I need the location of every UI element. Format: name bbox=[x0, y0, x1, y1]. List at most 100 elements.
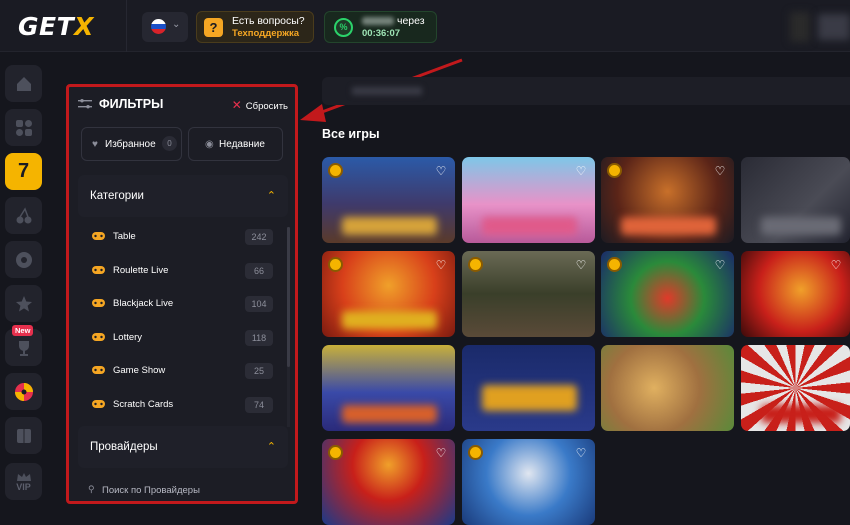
football-icon[interactable] bbox=[5, 241, 42, 278]
heart-icon[interactable]: ♡ bbox=[829, 258, 843, 272]
category-name: Game Show bbox=[113, 365, 166, 376]
cashback-button[interactable]: % через 00:36:07 bbox=[324, 11, 437, 43]
heart-icon[interactable]: ♡ bbox=[434, 446, 448, 460]
cashback-icon: % bbox=[334, 18, 353, 37]
reset-button[interactable]: ✕ Сбросить bbox=[232, 98, 288, 112]
favorites-label: Избранное bbox=[105, 139, 156, 150]
blurred-element bbox=[818, 14, 850, 40]
category-name: Roulette Live bbox=[113, 265, 169, 276]
blurred-element bbox=[790, 12, 810, 42]
filter-sliders-icon bbox=[78, 99, 92, 109]
recent-button[interactable]: ◉ Недавние bbox=[188, 127, 283, 161]
heart-icon: ♥ bbox=[92, 139, 98, 150]
gamepad-icon bbox=[92, 333, 105, 341]
filters-title: ФИЛЬТРЫ bbox=[99, 97, 164, 111]
list-item[interactable]: Scratch Cards 74 bbox=[78, 395, 283, 415]
gamepad-icon bbox=[92, 266, 105, 274]
favorites-button[interactable]: ♥ Избранное 0 bbox=[81, 127, 182, 161]
heart-icon[interactable]: ♡ bbox=[574, 164, 588, 178]
categories-title: Категории bbox=[90, 190, 144, 202]
providers-search-input[interactable]: ⚲ Поиск по Провайдеры bbox=[78, 477, 288, 501]
home-icon[interactable] bbox=[5, 65, 42, 102]
scrollbar-thumb[interactable] bbox=[287, 227, 290, 367]
category-name: Scratch Cards bbox=[113, 399, 174, 410]
blurred-placeholder bbox=[352, 87, 422, 95]
slots-7-glyph: 7 bbox=[17, 160, 30, 182]
heart-icon[interactable]: ♡ bbox=[713, 164, 727, 178]
game-search-input[interactable] bbox=[322, 77, 850, 105]
support-subtitle: Техподдержка bbox=[232, 28, 299, 39]
search-icon: ⚲ bbox=[88, 484, 95, 494]
game-tile[interactable] bbox=[741, 157, 850, 243]
category-count: 242 bbox=[245, 229, 273, 245]
game-tile[interactable]: ♡ bbox=[322, 157, 455, 243]
left-nav: 7 New VIP bbox=[0, 53, 46, 510]
list-item[interactable]: Game Show 25 bbox=[78, 361, 283, 381]
game-tile[interactable]: ♡ bbox=[462, 439, 595, 525]
divider bbox=[126, 0, 127, 52]
providers-section-header[interactable]: Провайдеры ⌃ bbox=[78, 426, 288, 468]
blurred-title bbox=[342, 217, 437, 235]
close-icon: ✕ bbox=[231, 98, 242, 112]
book-icon[interactable] bbox=[5, 417, 42, 454]
game-tile[interactable] bbox=[462, 345, 595, 431]
cherries-icon[interactable] bbox=[5, 197, 42, 234]
blurred-title bbox=[761, 217, 841, 235]
heart-icon[interactable]: ♡ bbox=[434, 258, 448, 272]
russia-flag-icon bbox=[151, 19, 166, 34]
heart-icon[interactable]: ♡ bbox=[574, 258, 588, 272]
gamepad-icon bbox=[92, 299, 105, 307]
top-bar: GETX ⌄ ? Есть вопросы? Техподдержка % че… bbox=[0, 0, 850, 52]
list-item[interactable]: Roulette Live 66 bbox=[78, 261, 283, 281]
new-badge: New bbox=[12, 325, 34, 336]
game-tile[interactable]: ♡ bbox=[601, 251, 734, 337]
game-tile[interactable]: ♡ bbox=[322, 251, 455, 337]
game-tile[interactable] bbox=[741, 345, 850, 431]
game-tile[interactable] bbox=[322, 345, 455, 431]
language-selector[interactable]: ⌄ bbox=[142, 12, 188, 42]
filters-header: ФИЛЬТРЫ ✕ Сбросить bbox=[78, 95, 288, 115]
cashback-title: через bbox=[362, 15, 425, 27]
blurred-title bbox=[482, 217, 577, 235]
main-content: Все игры ♡ ♡ ♡ ♡ ♡ ♡ ♡ ♡ ♡ bbox=[310, 53, 850, 525]
coin-icon bbox=[328, 163, 343, 178]
game-tile[interactable]: ♡ bbox=[322, 439, 455, 525]
wheel-icon[interactable] bbox=[5, 373, 42, 410]
vip-label: VIP bbox=[16, 481, 31, 492]
heart-icon[interactable]: ♡ bbox=[434, 164, 448, 178]
chevron-down-icon: ⌄ bbox=[172, 19, 181, 30]
blurred-title bbox=[342, 311, 437, 329]
clock-icon: ◉ bbox=[205, 139, 214, 150]
coin-icon bbox=[607, 163, 622, 178]
cashback-timer: 00:36:07 bbox=[362, 28, 401, 39]
filters-panel: ФИЛЬТРЫ ✕ Сбросить ♥ Избранное 0 ◉ Недавн… bbox=[66, 84, 298, 504]
slots-7-icon[interactable]: 7 bbox=[5, 153, 42, 190]
list-item[interactable]: Lottery 118 bbox=[78, 328, 283, 348]
category-name: Table bbox=[113, 231, 136, 242]
blurred-title bbox=[621, 217, 716, 235]
coin-icon bbox=[328, 257, 343, 272]
game-tile[interactable]: ♡ bbox=[462, 157, 595, 243]
categories-section-header[interactable]: Категории ⌃ bbox=[78, 175, 288, 217]
coin-icon bbox=[468, 257, 483, 272]
heart-icon[interactable]: ♡ bbox=[574, 446, 588, 460]
support-button[interactable]: ? Есть вопросы? Техподдержка bbox=[196, 11, 314, 43]
logo[interactable]: GETX bbox=[18, 12, 94, 41]
blurred-title bbox=[761, 405, 841, 423]
category-name: Lottery bbox=[113, 332, 143, 343]
gamepad-icon bbox=[92, 232, 105, 240]
star-icon[interactable] bbox=[5, 285, 42, 322]
game-tile[interactable]: ♡ bbox=[741, 251, 850, 337]
gamepad-icon bbox=[92, 366, 105, 374]
grid-icon[interactable] bbox=[5, 109, 42, 146]
vip-crown-icon[interactable]: VIP bbox=[5, 463, 42, 500]
heart-icon[interactable]: ♡ bbox=[713, 258, 727, 272]
list-item[interactable]: Blackjack Live 104 bbox=[78, 294, 283, 314]
game-tile[interactable]: ♡ bbox=[462, 251, 595, 337]
list-item[interactable]: Table 242 bbox=[78, 227, 283, 247]
game-tile[interactable] bbox=[601, 345, 734, 431]
chevron-up-icon: ⌃ bbox=[266, 441, 276, 453]
providers-title: Провайдеры bbox=[90, 441, 158, 453]
game-tile[interactable]: ♡ bbox=[601, 157, 734, 243]
question-icon: ? bbox=[204, 18, 223, 37]
